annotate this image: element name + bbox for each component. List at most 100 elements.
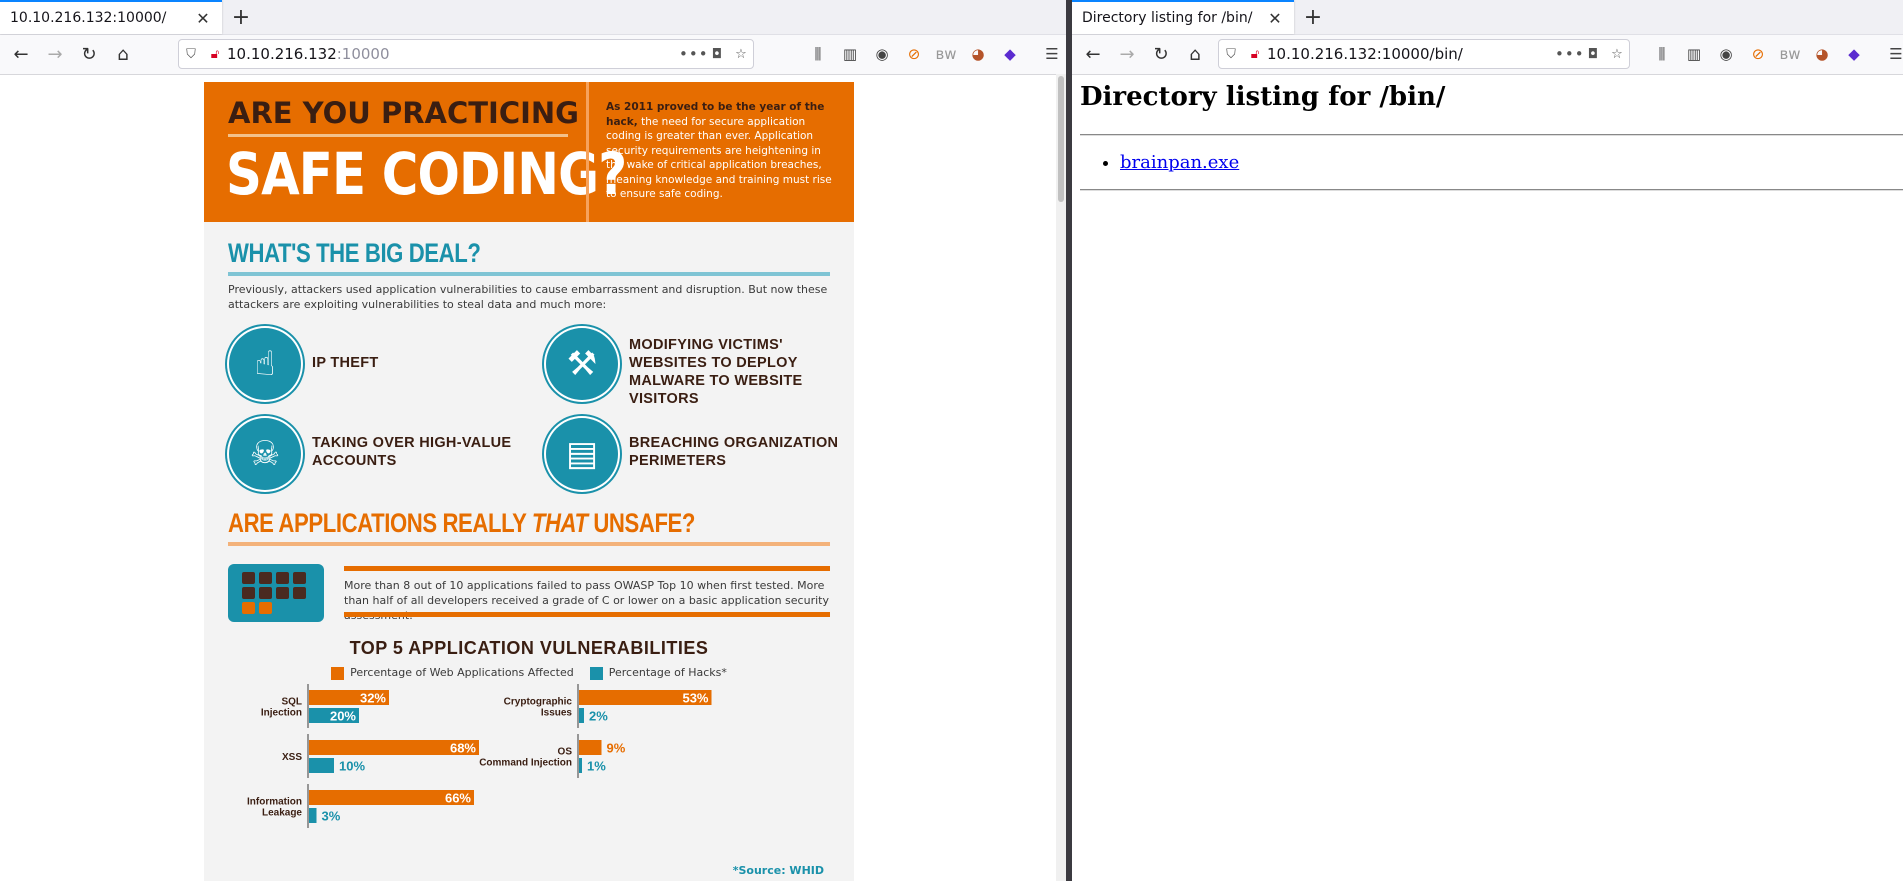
bookmark-star-icon[interactable]: ☆ <box>1605 47 1629 62</box>
tracking-shield-icon[interactable]: ⛉ <box>1219 47 1243 62</box>
hamburger-menu-icon[interactable]: ☰ <box>1880 45 1903 63</box>
toolbar-icons: ⫼ ▥ ◉ ⊘ ʙw ◕ ◆ ☰ <box>1646 39 1903 69</box>
tab-title: Directory listing for /bin/ <box>1082 10 1253 26</box>
wallet-cards-icon: ▤ <box>546 418 618 490</box>
forward-button[interactable]: → <box>38 38 72 72</box>
section-rule <box>228 272 830 276</box>
section-paragraph: Previously, attackers used application v… <box>228 283 828 311</box>
new-tab-button[interactable]: + <box>224 0 258 34</box>
back-button[interactable]: ← <box>4 38 38 72</box>
pocket-icon[interactable]: ◘ <box>705 47 729 62</box>
url-bar[interactable]: ⛉ 🔓︎ 10.10.216.132:10000/bin/ ••• ◘ ☆ <box>1218 39 1630 69</box>
threat-label: BREACHING ORGANIZATION PERIMETERS <box>629 435 839 469</box>
account-icon[interactable]: ◉ <box>866 45 898 63</box>
home-icon: ⌂ <box>1189 44 1201 65</box>
library-icon[interactable]: ⫼ <box>802 45 834 63</box>
close-tab-icon[interactable]: ✕ <box>194 9 212 28</box>
category-label: Injection <box>261 708 302 719</box>
extension-wappalyzer-icon[interactable]: ◆ <box>1838 45 1870 63</box>
back-button[interactable]: ← <box>1076 38 1110 72</box>
sidebar-icon[interactable]: ▥ <box>834 45 866 63</box>
nav-toolbar: ← → ↻ ⌂ ⛉ 🔓︎ 10.10.216.132:10000/bin/ ••… <box>1072 35 1903 75</box>
extension-cookie-icon[interactable]: ◕ <box>1806 45 1838 63</box>
url-host: 10.10.216.132 <box>227 45 337 63</box>
chart-title: TOP 5 APPLICATION VULNERABILITIES <box>349 638 709 658</box>
tab-strip: 10.10.216.132:10000/ ✕ + <box>0 0 1066 35</box>
title-part: UNSAFE? <box>587 508 696 538</box>
tab-active[interactable]: 10.10.216.132:10000/ ✕ <box>0 0 222 34</box>
forward-button[interactable]: → <box>1110 38 1144 72</box>
reload-icon: ↻ <box>1153 44 1169 65</box>
legend-swatch <box>331 666 345 680</box>
sidebar-icon[interactable]: ▥ <box>1678 45 1710 63</box>
browser-window-right: Directory listing for /bin/ ✕ + ← → ↻ ⌂ … <box>1072 0 1903 881</box>
page-heading: Directory listing for /bin/ <box>1080 82 1446 112</box>
home-button[interactable]: ⌂ <box>1178 38 1212 72</box>
bookmark-star-icon[interactable]: ☆ <box>729 47 753 62</box>
section-title-big-deal: WHAT'S THE BIG DEAL? <box>228 238 481 268</box>
scrollbar-thumb[interactable] <box>1058 76 1064 202</box>
extension-bw-icon[interactable]: ʙw <box>1774 45 1806 63</box>
account-icon[interactable]: ◉ <box>1710 45 1742 63</box>
category-label: SQL <box>281 697 302 708</box>
reload-button[interactable]: ↻ <box>72 38 106 72</box>
title-part: ARE APPLICATIONS REALLY <box>228 508 532 538</box>
forward-arrow-icon: → <box>47 44 63 65</box>
reload-button[interactable]: ↻ <box>1144 38 1178 72</box>
hero-intro: As 2011 proved to be the year of the hac… <box>606 100 838 202</box>
bar-value-label: 9% <box>607 741 626 756</box>
bar-value-label: 3% <box>322 809 341 824</box>
page-actions-icon[interactable]: ••• <box>1555 45 1584 63</box>
close-tab-icon[interactable]: ✕ <box>1266 9 1284 28</box>
category-label: Issues <box>541 708 573 719</box>
url-port: :10000 <box>336 45 390 63</box>
section-title-unsafe: ARE APPLICATIONS REALLY THAT UNSAFE? <box>228 508 695 539</box>
threat-label: IP THEFT <box>312 355 379 371</box>
extension-cookie-icon[interactable]: ◕ <box>962 45 994 63</box>
extension-bw-icon[interactable]: ʙw <box>930 45 962 63</box>
head-hand-icon: ☝︎ <box>229 328 301 400</box>
hero-small-title: ARE YOU PRACTICING <box>228 96 579 130</box>
extension-noscript-icon[interactable]: ⊘ <box>1742 45 1774 63</box>
library-icon[interactable]: ⫼ <box>1646 45 1678 63</box>
url-text[interactable]: 10.10.216.132:10000/bin/ <box>1267 45 1555 63</box>
tab-active[interactable]: Directory listing for /bin/ ✕ <box>1072 0 1294 34</box>
hero-intro-body: the need for secure application coding i… <box>606 115 832 201</box>
bar-hacks <box>579 758 582 773</box>
new-tab-button[interactable]: + <box>1296 0 1330 34</box>
nav-toolbar: ← → ↻ ⌂ ⛉ 🔓︎ 10.10.216.132:10000 ••• ◘ ☆… <box>0 35 1066 75</box>
tablet-graphic <box>228 564 324 622</box>
category-label: XSS <box>282 752 302 763</box>
home-icon: ⌂ <box>117 44 129 65</box>
legend-swatch <box>589 666 603 680</box>
title-part-italic: THAT <box>531 508 588 538</box>
source-note: *Source: WHID <box>732 864 824 877</box>
insecure-connection-icon[interactable]: 🔓︎ <box>203 47 227 62</box>
url-text[interactable]: 10.10.216.132:10000 <box>227 45 679 63</box>
infographic: ARE YOU PRACTICING SAFE CODING? As 2011 … <box>204 82 854 881</box>
pocket-icon[interactable]: ◘ <box>1581 47 1605 62</box>
legend-item: Percentage of Hacks* <box>589 666 727 680</box>
back-arrow-icon: ← <box>1085 44 1101 65</box>
home-button[interactable]: ⌂ <box>106 38 140 72</box>
extension-noscript-icon[interactable]: ⊘ <box>898 45 930 63</box>
hamburger-menu-icon[interactable]: ☰ <box>1036 45 1066 63</box>
hero-underline <box>228 134 568 137</box>
forward-arrow-icon: → <box>1119 44 1135 65</box>
page-actions-icon[interactable]: ••• <box>679 45 708 63</box>
file-link[interactable]: brainpan.exe <box>1120 152 1239 173</box>
chart-legend: Percentage of Web Applications Affected … <box>204 666 854 680</box>
threat-label: TAKING OVER HIGH-VALUE ACCOUNTS <box>312 435 512 469</box>
toolbar-icons: ⫼ ▥ ◉ ⊘ ʙw ◕ ◆ ☰ <box>802 39 1066 69</box>
bar-value-label: 32% <box>360 691 386 706</box>
scrollbar[interactable] <box>1056 74 1066 881</box>
page-content: Directory listing for /bin/ brainpan.exe <box>1072 74 1903 881</box>
bar-value-label: 20% <box>330 709 356 724</box>
bar-web-apps <box>579 740 602 755</box>
insecure-connection-icon[interactable]: 🔓︎ <box>1243 47 1267 62</box>
extension-wappalyzer-icon[interactable]: ◆ <box>994 45 1026 63</box>
divider <box>1080 134 1903 136</box>
tracking-shield-icon[interactable]: ⛉ <box>179 47 203 62</box>
url-bar[interactable]: ⛉ 🔓︎ 10.10.216.132:10000 ••• ◘ ☆ <box>178 39 754 69</box>
hammer-icon: ⚒︎ <box>546 328 618 400</box>
